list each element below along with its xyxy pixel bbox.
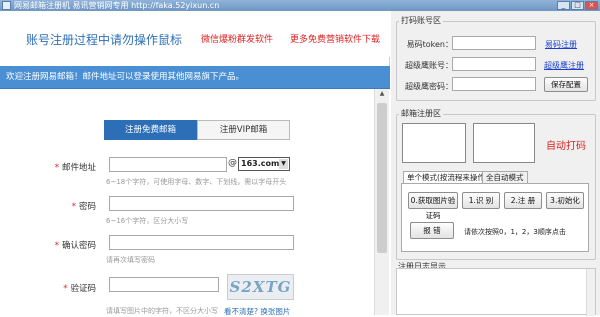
token-field[interactable] bbox=[452, 36, 536, 50]
captcha-refresh: 看不清楚? 换张图片 bbox=[224, 306, 290, 317]
email-hint: 6~18个字符，可使用字母、数字、下划线，需以字母开头 bbox=[106, 178, 287, 186]
captcha-label: * 验证码 bbox=[63, 284, 96, 294]
email-field[interactable] bbox=[109, 157, 227, 172]
webview-scrollbar[interactable]: ▲ bbox=[374, 89, 389, 315]
register-tabs: 注册免费邮箱 注册VIP邮箱 bbox=[104, 120, 290, 140]
scroll-thumb[interactable] bbox=[377, 103, 387, 253]
password-field[interactable] bbox=[109, 196, 294, 211]
app-icon bbox=[2, 1, 11, 10]
super-pass-label: 超级鹰密码： bbox=[405, 82, 453, 91]
password-hint: 6~16个字符，区分大小写 bbox=[106, 217, 189, 225]
warning-title: 账号注册过程中请勿操作鼠标 bbox=[26, 33, 183, 47]
maximize-button[interactable]: □ bbox=[571, 1, 584, 10]
coder-group-title: 打码账号区 bbox=[399, 15, 443, 26]
yima-register-link[interactable]: 易码注册 bbox=[545, 39, 577, 50]
window-title: 网易邮箱注册机 易讯营销网专用 http://faka.52yixun.cn bbox=[14, 1, 220, 10]
captcha-preview-box bbox=[402, 123, 466, 163]
tab-free-mail[interactable]: 注册免费邮箱 bbox=[104, 120, 197, 140]
brand-header: 账号注册过程中请勿操作鼠标 微信爆粉群发软件 更多免费营销软件下载 bbox=[0, 11, 390, 57]
minimize-button[interactable]: _ bbox=[557, 1, 570, 10]
log-scrollbar[interactable] bbox=[586, 269, 595, 316]
auto-code-label: 自动打码 bbox=[546, 141, 586, 152]
super-register-link[interactable]: 超级鹰注册 bbox=[544, 60, 584, 71]
single-mode-panel: 0.获取图片验证码 1.识 别 2.注 册 3.初始化 报 错 请依次按照0，1… bbox=[401, 183, 589, 252]
confirm-password-field[interactable] bbox=[109, 235, 294, 250]
register-button[interactable]: 2.注 册 bbox=[504, 192, 542, 209]
scroll-up-icon[interactable]: ▲ bbox=[377, 90, 387, 100]
close-button[interactable]: × bbox=[585, 1, 598, 10]
super-user-label: 超级鹰账号： bbox=[405, 61, 453, 70]
init-button[interactable]: 3.初始化 bbox=[546, 192, 584, 209]
captcha-image[interactable]: S2XTG bbox=[227, 274, 294, 300]
welcome-banner: 欢迎注册网易邮箱！邮件地址可以登录使用其他网易旗下产品。 bbox=[0, 66, 390, 88]
captcha-field[interactable] bbox=[109, 277, 219, 292]
get-captcha-button[interactable]: 0.获取图片验证码 bbox=[408, 192, 458, 220]
free-software-link[interactable]: 更多免费营销软件下载 bbox=[290, 32, 380, 45]
wechat-software-link[interactable]: 微信爆粉群发软件 bbox=[201, 32, 273, 45]
register-form: 注册免费邮箱 注册VIP邮箱 * 邮件地址 @ 163.com ▼ 6~18个字符，… bbox=[0, 89, 390, 317]
tab-vip-mail[interactable]: 注册VIP邮箱 bbox=[197, 120, 290, 140]
report-error-button[interactable]: 报 错 bbox=[410, 222, 454, 239]
recognize-button[interactable]: 1.识 别 bbox=[462, 192, 500, 209]
confirm-password-label: * 确认密码 bbox=[54, 241, 96, 251]
window-controls: _ □ × bbox=[557, 1, 598, 10]
domain-select[interactable]: 163.com ▼ bbox=[238, 157, 290, 171]
email-label: * 邮件地址 bbox=[54, 163, 96, 173]
control-panel: 打码账号区 易码token： 易码注册 超级鹰账号： 超级鹰注册 超级鹰密码： … bbox=[391, 11, 600, 316]
chevron-down-icon: ▼ bbox=[279, 159, 288, 169]
password-label: * 密码 bbox=[71, 202, 96, 212]
at-sign: @ bbox=[228, 158, 237, 168]
confirm-password-hint: 请再次填写密码 bbox=[106, 256, 155, 264]
super-pass-field[interactable] bbox=[452, 77, 536, 91]
register-group-title: 邮箱注册区 bbox=[399, 108, 443, 119]
super-user-field[interactable] bbox=[452, 57, 536, 71]
registration-webview: 账号注册过程中请勿操作鼠标 微信爆粉群发软件 更多免费营销软件下载 欢迎注册网易… bbox=[0, 11, 390, 317]
register-log-box[interactable] bbox=[396, 268, 596, 316]
captcha-result-box bbox=[473, 123, 535, 163]
window-titlebar[interactable]: 网易邮箱注册机 易讯营销网专用 http://faka.52yixun.cn _… bbox=[0, 0, 600, 11]
save-config-button[interactable]: 保存配置 bbox=[544, 77, 588, 92]
token-label: 易码token： bbox=[406, 40, 453, 49]
step-instructions: 请依次按照0，1，2，3顺序点击 bbox=[464, 228, 566, 236]
